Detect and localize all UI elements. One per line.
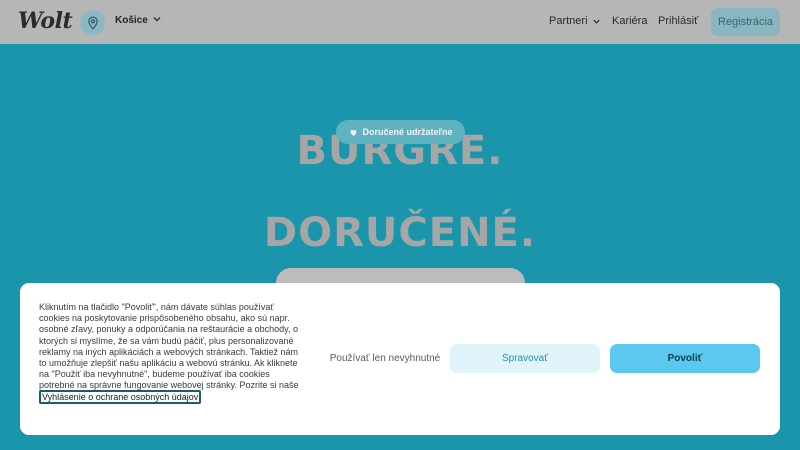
location-pin-icon (87, 16, 98, 30)
manage-cookies-button[interactable]: Spravovať (450, 344, 600, 373)
hero-headline-2: DORUČENÉ. (263, 210, 537, 256)
sustainability-pill[interactable]: Doručené udržateľne (336, 120, 465, 144)
nav-partners[interactable]: Partneri (549, 15, 601, 27)
heart-icon (350, 129, 356, 136)
nav-partners-label: Partneri (549, 15, 588, 27)
chevron-down-icon[interactable] (152, 14, 162, 24)
top-header: Wolt Košice Partneri Kariéra Prihlásiť R… (0, 0, 800, 44)
nav-careers[interactable]: Kariéra (612, 15, 647, 27)
cookie-consent-modal: Kliknutím na tlačidlo "Povoliť", nám dáv… (20, 283, 780, 435)
allow-cookies-button[interactable]: Povoliť (610, 344, 760, 373)
sustainability-pill-label: Doručené udržateľne (362, 127, 453, 137)
nav-login[interactable]: Prihlásiť (658, 15, 698, 27)
register-button[interactable]: Registrácia (711, 8, 780, 36)
location-label[interactable]: Košice (115, 15, 148, 26)
wolt-logo[interactable]: Wolt (18, 8, 73, 34)
chevron-down-icon (592, 19, 600, 24)
location-button[interactable] (80, 10, 105, 35)
privacy-policy-link[interactable]: Vyhlásenie o ochrane osobných údajov (39, 389, 202, 404)
cookie-consent-text: Kliknutím na tlačidlo "Povoliť", nám dáv… (39, 302, 304, 404)
cookie-consent-body: Kliknutím na tlačidlo "Povoliť", nám dáv… (39, 302, 299, 391)
use-essential-only-button[interactable]: Používať len nevyhnutné (310, 344, 460, 373)
